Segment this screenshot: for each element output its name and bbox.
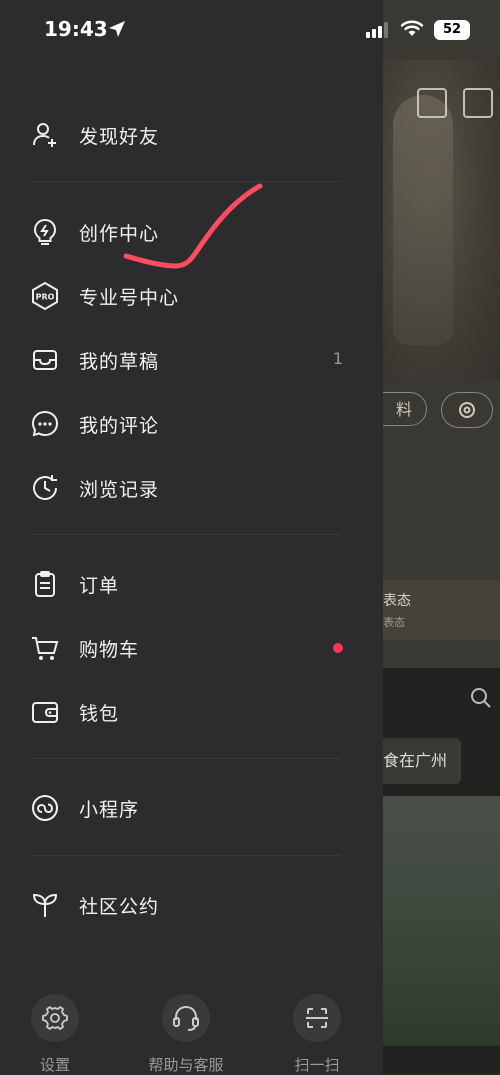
order-clipboard-icon — [35, 571, 55, 597]
banner-photo-figure — [393, 95, 453, 345]
drawer-item-label: 专业号中心 — [79, 287, 180, 309]
drawer-item-community-rules[interactable]: 社区公约 — [0, 876, 383, 932]
sprout-icon — [32, 893, 58, 917]
settings-button[interactable] — [31, 994, 79, 1042]
drawer-item-history[interactable]: 浏览记录 — [0, 459, 383, 515]
gear-icon — [459, 402, 475, 418]
settings-label: 设置 — [39, 1056, 70, 1074]
drawer-item-label: 购物车 — [79, 639, 140, 661]
share-icon[interactable] — [463, 88, 493, 118]
cellular-signal-icon — [366, 22, 388, 38]
mini-program-icon — [32, 795, 58, 821]
headset-icon — [173, 1005, 199, 1031]
status-time: 19:43 — [44, 17, 108, 41]
status-card-subtitle: 表态 — [383, 616, 405, 629]
scan-icon — [306, 1008, 328, 1028]
divider — [30, 758, 340, 759]
add-friend-icon — [33, 123, 56, 147]
drawer-item-wallet[interactable]: 钱包 — [0, 683, 383, 739]
divider — [30, 534, 340, 535]
drawer-item-label: 我的草稿 — [79, 351, 160, 373]
drawer-item-label: 钱包 — [79, 703, 120, 725]
drawer-item-mini-programs[interactable]: 小程序 — [0, 779, 383, 835]
battery-indicator: 52 — [434, 20, 470, 40]
divider — [30, 855, 340, 856]
drawer-item-label: 社区公约 — [79, 896, 160, 918]
history-clock-icon — [33, 475, 57, 500]
comment-icon — [31, 410, 59, 437]
drafts-box-icon — [33, 350, 57, 370]
drawer-item-orders[interactable]: 订单 — [0, 555, 383, 611]
edit-profile-button[interactable]: 料 — [383, 392, 427, 426]
location-arrow-icon — [109, 21, 125, 37]
gear-icon — [42, 1006, 68, 1030]
wifi-icon — [400, 20, 424, 36]
drawer-item-label: 订单 — [79, 575, 120, 597]
status-bar: 19:43 52 — [0, 0, 500, 60]
drawer-item-label: 浏览记录 — [79, 479, 160, 501]
profile-settings-button[interactable] — [441, 392, 493, 428]
drawer-item-comments[interactable]: 我的评论 — [0, 395, 383, 451]
lightbulb-icon — [33, 218, 57, 245]
help-service-button[interactable] — [162, 994, 210, 1042]
cart-icon — [32, 637, 59, 660]
scan-button[interactable] — [293, 994, 341, 1042]
drawer-item-find-friends[interactable]: 发现好友 — [0, 106, 383, 162]
svg-text:PRO: PRO — [36, 293, 55, 302]
drafts-count: 1 — [332, 349, 343, 368]
drawer-item-label: 小程序 — [79, 799, 140, 821]
side-drawer: 发现好友 创作中心 PRO 专业号中心 我的草稿 1 我的评论 浏览记录 订单 … — [0, 0, 383, 1074]
feed-photo[interactable] — [383, 796, 500, 1046]
wallet-icon — [32, 702, 58, 723]
red-checkmark-scribble — [123, 183, 263, 269]
search-icon[interactable] — [469, 686, 493, 710]
drawer-item-label: 我的评论 — [79, 415, 160, 437]
status-card-title: 表态 — [383, 593, 411, 609]
status-card[interactable]: 表态 表态 — [383, 580, 500, 640]
pro-badge-icon: PRO — [32, 281, 58, 311]
topic-tag[interactable]: 食在广州 — [383, 738, 461, 784]
scan-frame-icon[interactable] — [417, 88, 447, 118]
help-service-label: 帮助与客服 — [148, 1056, 224, 1074]
drawer-item-cart[interactable]: 购物车 — [0, 619, 383, 675]
drawer-item-drafts[interactable]: 我的草稿 1 — [0, 331, 383, 387]
notification-dot — [333, 643, 343, 653]
background-profile-page: 料 表态 表态 食在广州 — [383, 0, 500, 1074]
scan-label: 扫一扫 — [294, 1056, 340, 1074]
drawer-item-label: 发现好友 — [79, 126, 160, 148]
